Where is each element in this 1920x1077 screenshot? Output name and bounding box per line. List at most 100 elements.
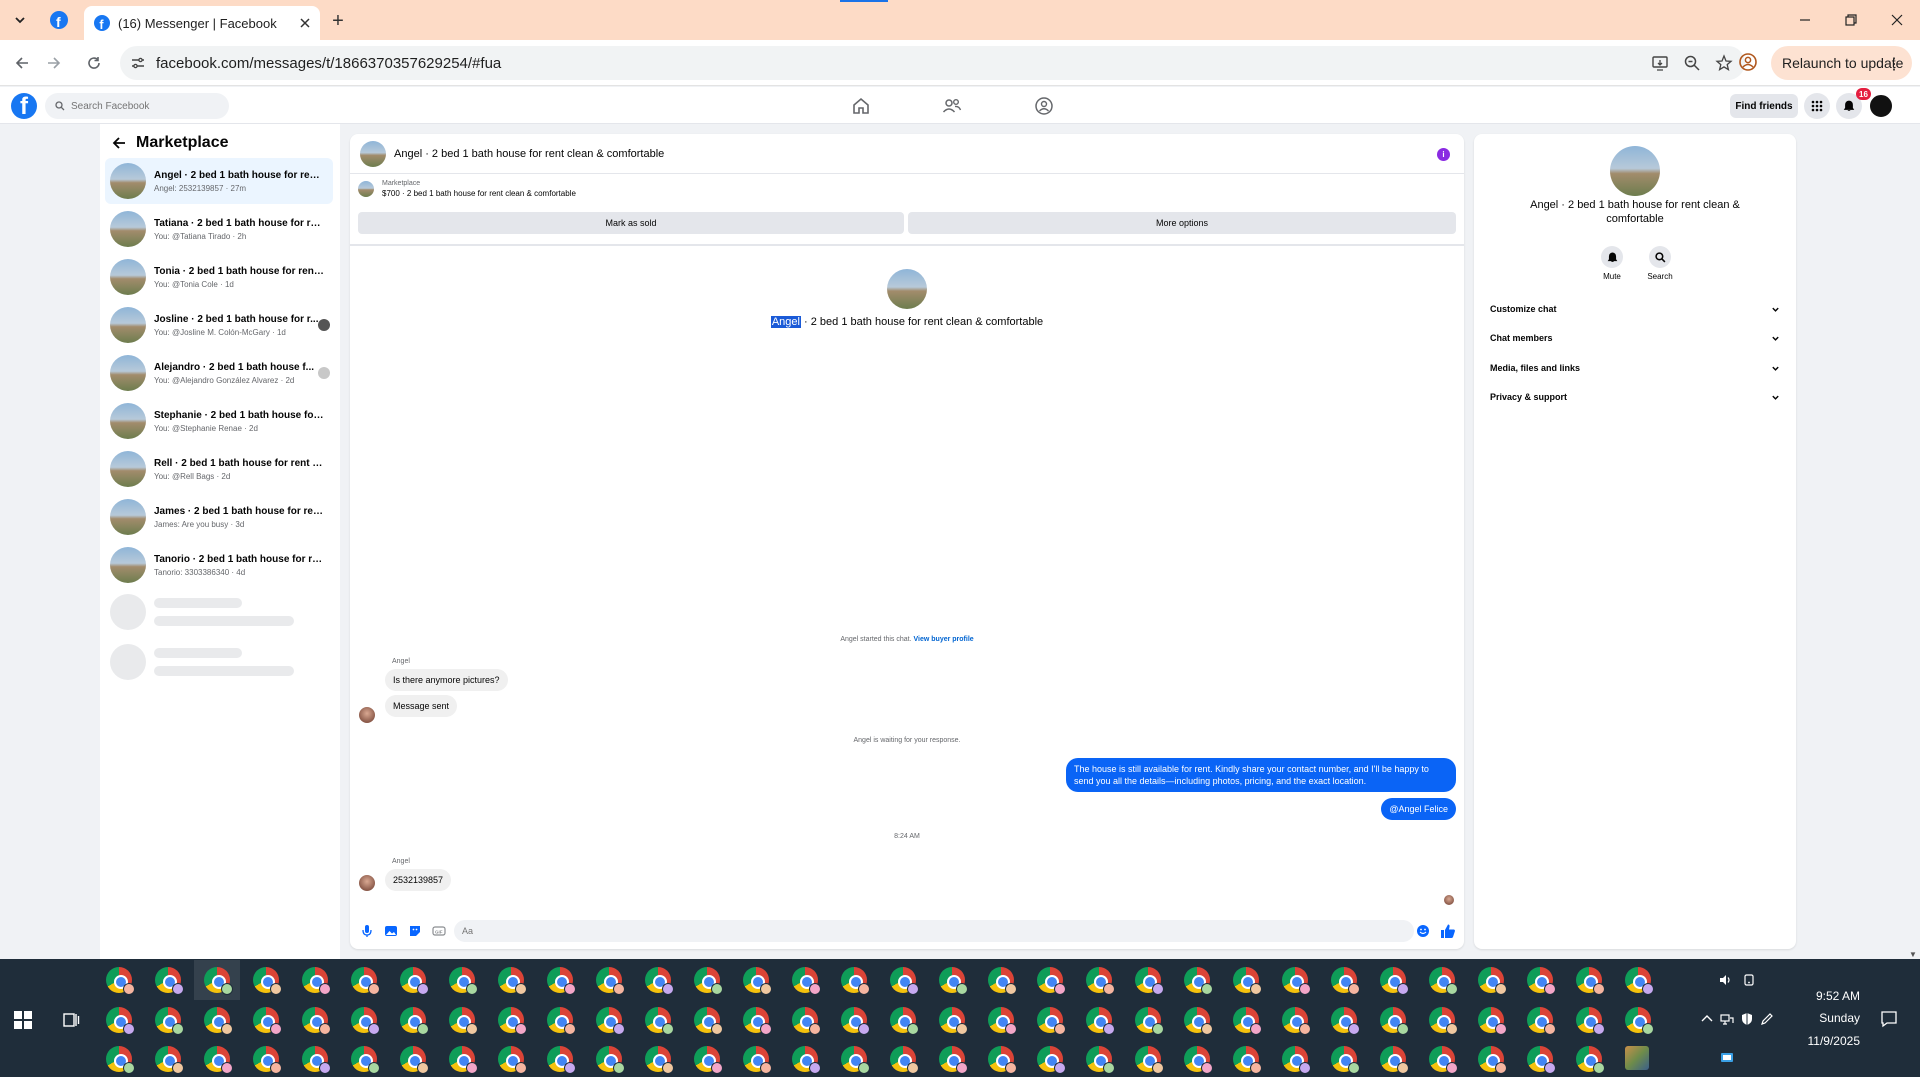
chrome-taskbar-icon[interactable]	[1233, 967, 1262, 995]
chrome-taskbar-icon[interactable]	[743, 967, 772, 995]
chrome-taskbar-icon[interactable]	[498, 1007, 527, 1035]
minimize-button[interactable]	[1782, 0, 1828, 40]
chrome-taskbar-icon[interactable]	[449, 1007, 478, 1035]
chrome-taskbar-icon[interactable]	[645, 1046, 674, 1074]
chrome-taskbar-icon[interactable]	[1576, 1046, 1605, 1074]
chrome-taskbar-icon[interactable]	[204, 1046, 233, 1074]
clock-time[interactable]: 9:52 AM	[1780, 989, 1860, 1003]
info-button[interactable]: i	[1437, 148, 1450, 161]
chrome-taskbar-icon[interactable]	[351, 967, 380, 995]
close-icon[interactable]	[300, 18, 310, 28]
chrome-taskbar-icon[interactable]	[253, 1007, 282, 1035]
search-in-conversation-button[interactable]: Search	[1640, 246, 1680, 281]
listing-summary[interactable]: $700 · 2 bed 1 bath house for rent clean…	[382, 189, 576, 198]
chrome-taskbar-icon[interactable]	[253, 1046, 282, 1074]
chrome-taskbar-icon[interactable]	[1037, 1046, 1066, 1074]
chrome-taskbar-icon[interactable]	[1037, 967, 1066, 995]
chrome-taskbar-icon[interactable]	[498, 967, 527, 995]
window-close-button[interactable]	[1874, 0, 1920, 40]
message-input[interactable]	[454, 920, 1414, 942]
emoji-icon[interactable]	[1416, 924, 1430, 938]
chrome-taskbar-icon[interactable]	[1135, 1046, 1164, 1074]
chrome-taskbar-icon[interactable]	[596, 1007, 625, 1035]
reload-button[interactable]	[81, 50, 107, 76]
chrome-taskbar-icon[interactable]	[302, 1007, 331, 1035]
chrome-taskbar-icon[interactable]	[988, 967, 1017, 995]
account-avatar[interactable]	[1868, 93, 1894, 119]
chrome-taskbar-icon[interactable]	[1380, 1046, 1409, 1074]
listing-thumbnail[interactable]	[358, 181, 374, 197]
chrome-taskbar-icon[interactable]	[1233, 1046, 1262, 1074]
pen-icon[interactable]	[1760, 1012, 1774, 1026]
chrome-taskbar-icon[interactable]	[1625, 1007, 1654, 1035]
privacy-support-row[interactable]: Privacy & support	[1484, 385, 1786, 409]
facebook-search[interactable]	[45, 93, 229, 119]
relaunch-update-button[interactable]: Relaunch to update ⋮	[1771, 46, 1912, 80]
install-app-icon[interactable]	[1651, 54, 1669, 72]
chrome-taskbar-icon[interactable]	[1135, 1007, 1164, 1035]
more-options-button[interactable]: More options	[908, 212, 1456, 234]
conversation-item[interactable]: Tonia · 2 bed 1 bath house for rent... Yo…	[105, 254, 333, 300]
chrome-taskbar-icon[interactable]	[1527, 967, 1556, 995]
zoom-icon[interactable]	[1683, 54, 1701, 72]
chrome-taskbar-icon[interactable]	[1625, 967, 1654, 995]
chrome-taskbar-icon[interactable]	[400, 1007, 429, 1035]
task-view-icon[interactable]	[62, 1011, 80, 1029]
chrome-taskbar-icon[interactable]	[694, 1007, 723, 1035]
chrome-taskbar-icon[interactable]	[792, 1007, 821, 1035]
shield-icon[interactable]	[1740, 1012, 1754, 1026]
chrome-taskbar-icon[interactable]	[547, 967, 576, 995]
search-input[interactable]	[71, 100, 211, 112]
chrome-taskbar-icon[interactable]	[1135, 967, 1164, 995]
back-button[interactable]	[9, 50, 35, 76]
chrome-taskbar-icon[interactable]	[890, 1046, 919, 1074]
chrome-taskbar-icon[interactable]	[204, 967, 233, 995]
outgoing-message[interactable]: The house is still available for rent. K…	[1066, 758, 1456, 793]
network-icon[interactable]	[1720, 1012, 1734, 1026]
chevron-up-icon[interactable]	[1700, 1012, 1714, 1026]
chrome-taskbar-icon[interactable]	[1233, 1007, 1262, 1035]
chrome-taskbar-icon[interactable]	[1576, 1007, 1605, 1035]
chrome-taskbar-icon[interactable]	[792, 1046, 821, 1074]
conversation-item[interactable]: Rell · 2 bed 1 bath house for rent cl...…	[105, 446, 333, 492]
chrome-taskbar-icon[interactable]	[1184, 1007, 1213, 1035]
chrome-taskbar-icon[interactable]	[939, 1046, 968, 1074]
chrome-taskbar-icon[interactable]	[792, 967, 821, 995]
facebook-logo[interactable]: f	[11, 93, 37, 119]
view-buyer-profile-link[interactable]: View buyer profile	[914, 636, 974, 643]
photo-icon[interactable]	[384, 924, 398, 938]
chrome-taskbar-icon[interactable]	[155, 1007, 184, 1035]
speaker-icon[interactable]	[1718, 973, 1732, 987]
chrome-taskbar-icon[interactable]	[400, 1046, 429, 1074]
page-scrollbar[interactable]: ▼	[1908, 124, 1920, 959]
chrome-taskbar-icon[interactable]	[302, 1046, 331, 1074]
chrome-taskbar-icon[interactable]	[253, 967, 282, 995]
listing-thumbnail[interactable]	[360, 140, 386, 167]
pinned-facebook-tab[interactable]: f	[44, 8, 74, 32]
chrome-taskbar-icon[interactable]	[988, 1046, 1017, 1074]
chrome-taskbar-icon[interactable]	[547, 1007, 576, 1035]
chrome-taskbar-icon[interactable]	[1086, 1046, 1115, 1074]
chrome-taskbar-icon[interactable]	[1282, 1046, 1311, 1074]
chrome-taskbar-icon[interactable]	[743, 1046, 772, 1074]
chrome-taskbar-icon[interactable]	[498, 1046, 527, 1074]
site-settings-icon[interactable]	[130, 55, 146, 71]
microphone-icon[interactable]	[360, 924, 374, 938]
mark-as-sold-button[interactable]: Mark as sold	[358, 212, 904, 234]
conversation-item[interactable]: Alejandro · 2 bed 1 bath house f... You: …	[105, 350, 333, 396]
chrome-taskbar-icon[interactable]	[1478, 967, 1507, 995]
bookmark-star-icon[interactable]	[1715, 54, 1733, 72]
conversation-item[interactable]: Tanorio · 2 bed 1 bath house for re... Ta…	[105, 542, 333, 588]
notification-center-icon[interactable]	[1880, 1010, 1898, 1028]
chrome-taskbar-icon[interactable]	[449, 1046, 478, 1074]
chrome-taskbar-icon[interactable]	[596, 1046, 625, 1074]
chrome-taskbar-icon[interactable]	[841, 1046, 870, 1074]
clock-date[interactable]: 11/9/2025	[1780, 1034, 1861, 1048]
chrome-taskbar-icon[interactable]	[890, 1007, 919, 1035]
incoming-message[interactable]: Is there anymore pictures?	[385, 669, 508, 691]
start-button[interactable]	[14, 1011, 32, 1029]
chrome-taskbar-icon[interactable]	[1184, 967, 1213, 995]
outgoing-mention[interactable]: @Angel Felice	[1381, 798, 1456, 821]
restore-button[interactable]	[1828, 0, 1874, 40]
arrow-left-icon[interactable]	[112, 136, 126, 150]
